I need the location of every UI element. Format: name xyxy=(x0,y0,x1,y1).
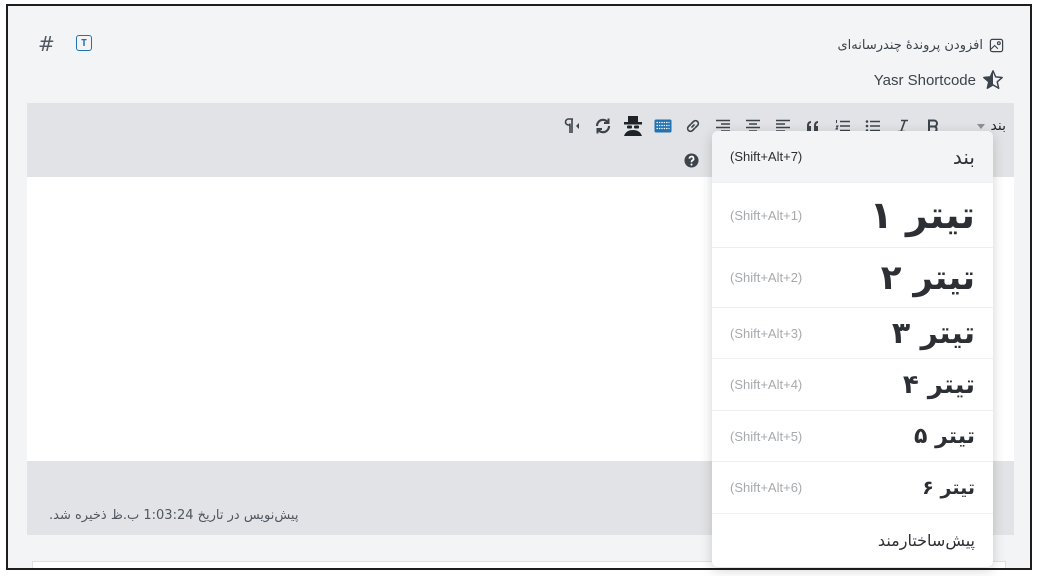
insert-link-button[interactable] xyxy=(678,113,708,139)
toolbar-toggle-button[interactable] xyxy=(648,113,678,139)
text-direction-button[interactable] xyxy=(558,113,588,139)
spy-icon xyxy=(624,116,642,136)
format-option-heading-1[interactable]: (Shift+Alt+1) تیتر ۱ xyxy=(712,183,993,248)
format-option-heading-4[interactable]: (Shift+Alt+4) تیتر ۴ xyxy=(712,359,993,411)
format-shortcut: (Shift+Alt+3) xyxy=(730,325,803,341)
format-label: تیتر ۱ xyxy=(869,193,975,237)
format-label: پیش‌ساختارمند xyxy=(877,530,975,550)
spy-plugin-button[interactable] xyxy=(618,113,648,139)
media-buttons-bar: افزودن پروندهٔ چندرسانه‌ای Yasr Shortcod… xyxy=(8,6,1030,101)
chevron-down-icon xyxy=(976,123,985,129)
add-media-label: افزودن پروندهٔ چندرسانه‌ای xyxy=(837,37,984,53)
refresh-icon xyxy=(595,118,611,134)
format-shortcut: (Shift+Alt+5) xyxy=(730,428,803,444)
refresh-button[interactable] xyxy=(588,113,618,139)
keyboard-icon xyxy=(654,119,672,133)
format-option-heading-6[interactable]: (Shift+Alt+6) تیتر ۶ xyxy=(712,462,993,514)
format-option-heading-3[interactable]: (Shift+Alt+3) تیتر ۳ xyxy=(712,308,993,359)
format-option-heading-5[interactable]: (Shift+Alt+5) تیتر ۵ xyxy=(712,411,993,462)
format-label: تیتر ۴ xyxy=(902,369,975,400)
format-shortcut: (Shift+Alt+2) xyxy=(730,270,803,285)
format-option-preformatted[interactable]: پیش‌ساختارمند xyxy=(712,514,993,566)
format-label: بند xyxy=(952,144,975,169)
format-option-paragraph[interactable]: (Shift+Alt+7) بند xyxy=(712,131,993,183)
yasr-shortcode-button[interactable]: Yasr Shortcode xyxy=(874,68,1004,92)
format-shortcut: (Shift+Alt+7) xyxy=(730,149,803,164)
link-icon xyxy=(686,119,700,133)
text-mode-button[interactable]: T xyxy=(76,35,92,51)
star-icon xyxy=(983,70,1003,89)
help-button[interactable] xyxy=(676,147,706,173)
image-icon xyxy=(989,38,1004,52)
format-dropdown-menu: (Shift+Alt+7) بند (Shift+Alt+1) تیتر ۱ (… xyxy=(712,131,993,567)
format-label: تیتر ۳ xyxy=(891,315,975,351)
format-label: تیتر ۲ xyxy=(880,257,975,298)
format-label: تیتر ۶ xyxy=(922,476,975,499)
add-media-button[interactable]: افزودن پروندهٔ چندرسانه‌ای xyxy=(838,35,1005,55)
autosave-status: پیش‌نویس در تاریخ 1:03:24 ب.ظ ذخیره شد. xyxy=(49,508,299,523)
shortcode-label: Yasr Shortcode xyxy=(873,71,976,89)
format-shortcut: (Shift+Alt+4) xyxy=(730,377,803,392)
format-shortcut: (Shift+Alt+6) xyxy=(730,480,803,495)
format-option-heading-2[interactable]: (Shift+Alt+2) تیتر ۲ xyxy=(712,248,993,308)
help-icon xyxy=(683,152,699,168)
format-label: تیتر ۵ xyxy=(913,423,975,449)
format-shortcut: (Shift+Alt+1) xyxy=(730,207,803,223)
hash-icon[interactable]: # xyxy=(38,32,55,56)
paragraph-rtl-icon xyxy=(564,118,579,133)
